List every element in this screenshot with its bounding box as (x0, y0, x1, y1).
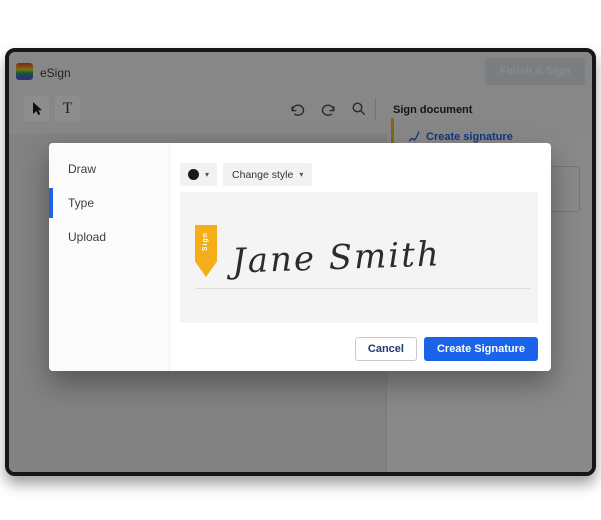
chevron-down-icon: ▾ (205, 170, 210, 179)
active-tab-indicator (49, 188, 53, 218)
change-style-label: Change style (232, 168, 294, 181)
sign-ribbon-label: Sign (202, 232, 209, 252)
sign-ribbon-tag: Sign (195, 225, 217, 277)
signature-type-content: ▾ Change style ▾ Sign Jane Smith Cancel … (170, 143, 551, 371)
signature-mode-sidebar: Draw Type Upload (49, 143, 170, 371)
tab-draw-label: Draw (68, 162, 97, 176)
signature-preview: Sign Jane Smith (180, 192, 538, 323)
tab-upload-label: Upload (68, 230, 107, 244)
tab-upload[interactable]: Upload (49, 220, 169, 254)
selected-color-swatch (188, 169, 199, 180)
ink-color-dropdown[interactable]: ▾ (180, 163, 218, 186)
esign-app: eSign Finish & Sign T Sign document Crea… (9, 52, 592, 472)
tab-draw[interactable]: Draw (49, 152, 169, 186)
create-signature-button[interactable]: Create Signature (423, 337, 538, 361)
tab-type-label: Type (68, 196, 95, 210)
change-style-dropdown[interactable]: Change style ▾ (223, 163, 313, 186)
chevron-down-icon: ▾ (299, 170, 304, 179)
signature-baseline (196, 288, 530, 289)
signature-options-row: ▾ Change style ▾ (180, 163, 313, 186)
create-signature-modal: Draw Type Upload ▾ Change style ▾ Sign J… (49, 143, 551, 371)
screenshot-stage: eSign Finish & Sign T Sign document Crea… (0, 0, 601, 520)
tab-type[interactable]: Type (49, 186, 169, 220)
typed-signature-text[interactable]: Jane Smith (231, 234, 441, 281)
modal-actions: Cancel Create Signature (354, 337, 538, 361)
app-window: eSign Finish & Sign T Sign document Crea… (5, 48, 596, 476)
cancel-button[interactable]: Cancel (354, 337, 417, 361)
